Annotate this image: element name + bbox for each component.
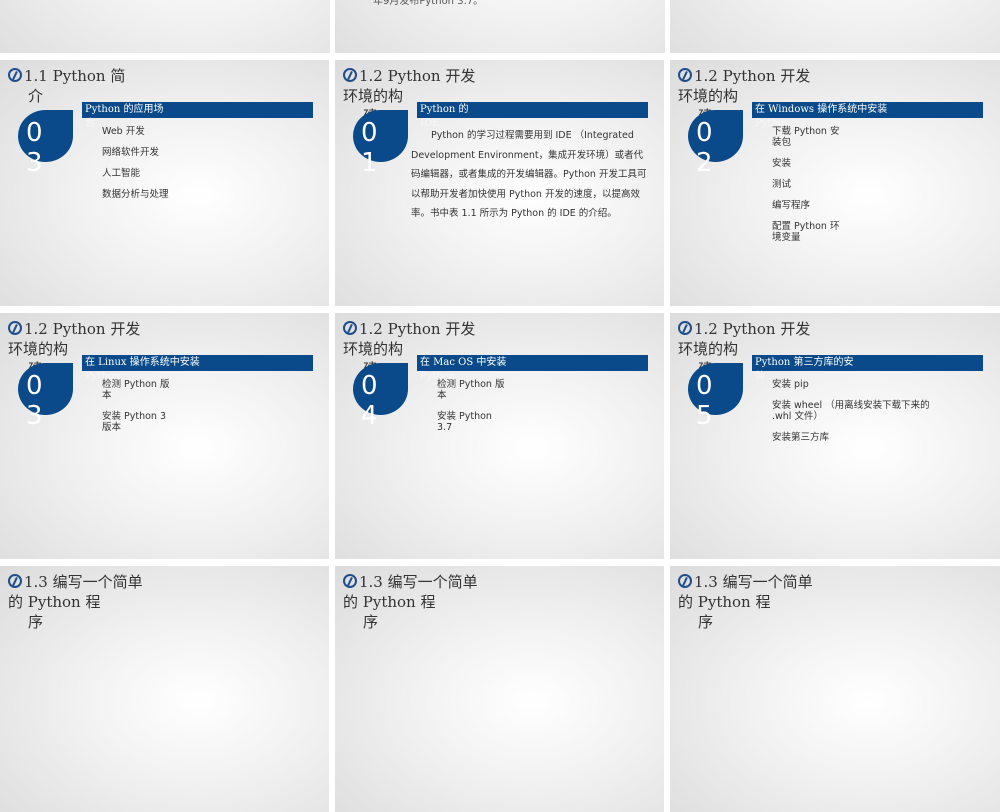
slide-paragraph: Python 的学习过程需要用到 IDE （Integrated Develop… (411, 130, 647, 219)
section-number: 04 (361, 371, 378, 431)
slide-thumbnail[interactable]: 1.3 编写一个简单的 Python 程序 (0, 566, 329, 812)
section-number: 05 (696, 371, 713, 431)
slide-title-line2: 序 (363, 613, 379, 631)
logo-icon (343, 321, 357, 335)
logo-icon (8, 574, 22, 588)
slide-thumbnail[interactable]: 1.3 编写一个简单的 Python 程序 (670, 566, 1000, 812)
section-number: 02 (696, 118, 713, 178)
logo-icon (343, 68, 357, 82)
section-header: Python 的应用场 (85, 104, 164, 115)
section-header-bar: Python 的 IDE (417, 102, 648, 129)
logo-icon (8, 68, 22, 82)
section-header: Python 的 (420, 104, 469, 115)
section-number: 03 (26, 118, 43, 178)
section-header-bar: Python 第三方库的安装 (752, 355, 983, 382)
section-header: 在 Linux 操作系统中安装 (85, 357, 200, 368)
slide-title: 1.3 编写一个简单的 Python 程序 (8, 572, 148, 632)
list-item: 人工智能 (102, 168, 141, 179)
list-item: 安装 wheel （用离线安装下载下来的 .whl 文件） (772, 400, 930, 422)
section-header: 在 Mac OS 中安装 (420, 357, 507, 368)
list-item: 配置 Python 环境变量 (772, 221, 840, 243)
logo-icon (678, 574, 692, 588)
slide-title-line2: 序 (698, 613, 714, 631)
slide-thumbnail[interactable] (670, 0, 1000, 53)
bullet-list: Web 开发网络软件开发 人工智能数据分析与处理 (102, 126, 172, 210)
list-item: 下载 Python 安装包 (772, 126, 840, 148)
section-header-overflow: 合 (85, 118, 95, 129)
logo-icon (678, 68, 692, 82)
list-item: 安装第三方库 (772, 432, 830, 443)
slide-thumbnail[interactable]: 1.1 Python 简介 03 Python 的应用场合 Web 开发 网络软件开发人… (0, 60, 329, 306)
list-item: 检测 Python 版本 (102, 379, 170, 401)
slide-text: 年9月发布Python 3.7。 (373, 0, 484, 7)
slide-title-line1: 1.2 Python 开发环境的构 (8, 320, 141, 358)
logo-icon (8, 321, 22, 335)
slide-thumbnail[interactable]: 1.3 编写一个简单的 Python 程序 (335, 566, 664, 812)
slide-title-line1: 1.2 Python 开发环境的构 (678, 67, 811, 105)
slide-title-line1: 1.1 Python 简 (24, 67, 126, 85)
slide-thumbnail[interactable] (0, 0, 330, 53)
logo-icon (343, 574, 357, 588)
slide-title: 1.3 编写一个简单的 Python 程序 (343, 572, 483, 632)
list-item: 安装 pip (772, 379, 809, 390)
list-item: 数据分析与处理 (102, 189, 169, 200)
list-item: 安装 Python 3 版本 (102, 411, 167, 433)
bullet-list: 下载 Python 安装包安装测试编写程序配置 Python 环境变量 (772, 126, 842, 253)
section-header: 在 Windows 操作系统中安装 (755, 104, 888, 115)
section-header: Python 第三方库的安 (755, 357, 854, 368)
list-item: 检测 Python 版本 (437, 379, 505, 401)
slide-title: 1.1 Python 简介 (8, 66, 148, 106)
slide-thumbnail[interactable]: 1.2 Python 开发环境的构建02在 Windows 操作系统中安装Pyt… (670, 60, 1000, 306)
bullet-list: 安装 pip 安装 wheel （用离线安装下载下来的 .whl 文件） 安装第三方… (772, 379, 952, 453)
section-header-bar: 在 Mac OS 中安装 Python (417, 355, 648, 382)
slide-title: 1.3 编写一个简单的 Python 程序 (678, 572, 818, 632)
slide-title-line1: 1.3 编写一个简单的 Python 程 (678, 573, 813, 611)
slide-thumbnail[interactable]: 1.2 Python 开发环境的构建01Python 的IDEPython 的学… (335, 60, 664, 306)
slide-title-line1: 1.2 Python 开发环境的构 (343, 67, 476, 105)
list-item: 安装 Python 3.7 (437, 411, 492, 433)
slide-thumbnail[interactable]: 年9月发布Python 3.7。 (335, 0, 665, 53)
list-item: 测试 (772, 179, 792, 190)
bullet-list: 检测 Python 版本 安装 Python 3 版本 (102, 379, 172, 443)
slide-thumbnail[interactable]: 1.2 Python 开发环境的构建04在 Mac OS 中安装Python检测… (335, 313, 664, 559)
logo-icon (678, 321, 692, 335)
bullet-list: 检测 Python 版本 安装 Python 3.7 (437, 379, 507, 443)
list-item: 安装 (772, 158, 792, 169)
slide-title-line2: 序 (28, 613, 44, 631)
list-item: 网络软件开发 (102, 147, 160, 158)
list-item: Web 开发 (102, 126, 145, 137)
slide-title-line1: 1.3 编写一个简单的 Python 程 (8, 573, 143, 611)
section-header-bar: Python 的应用场合 (82, 102, 313, 129)
slide-thumbnail[interactable]: 1.2 Python 开发环境的构建05Python 第三方库的安装安装 pip… (670, 313, 1000, 559)
section-number: 03 (26, 371, 43, 431)
section-number: 01 (361, 118, 378, 178)
section-header-overflow: 装 (755, 371, 765, 382)
slide-title-line1: 1.2 Python 开发环境的构 (343, 320, 476, 358)
slide-title-line1: 1.3 编写一个简单的 Python 程 (343, 573, 478, 611)
section-header-bar: 在 Windows 操作系统中安装 Python (752, 102, 983, 129)
list-item: 编写程序 (772, 200, 811, 211)
slide-title-line1: 1.2 Python 开发环境的构 (678, 320, 811, 358)
section-header-bar: 在 Linux 操作系统中安装 Python (82, 355, 313, 382)
slide-thumbnail[interactable]: 1.2 Python 开发环境的构建03在 Linux 操作系统中安装Pytho… (0, 313, 329, 559)
